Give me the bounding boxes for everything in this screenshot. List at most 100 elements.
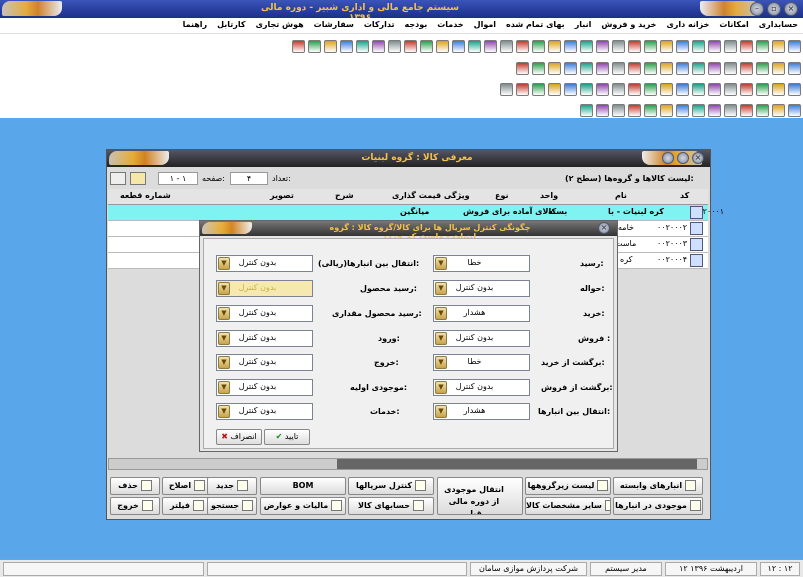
toolbar-button-icon[interactable]	[772, 61, 785, 75]
toolbar-button-icon[interactable]	[724, 39, 737, 53]
menu-item[interactable]: تدارکات	[359, 18, 400, 31]
toolbar-button-icon[interactable]	[436, 39, 449, 53]
toolbar-button-icon[interactable]	[484, 39, 497, 53]
chevron-down-icon[interactable]: ▼	[218, 356, 230, 369]
chevron-down-icon[interactable]: ▼	[435, 405, 447, 418]
chevron-down-icon[interactable]: ▼	[218, 381, 230, 394]
menu-item[interactable]: خدمات	[432, 18, 468, 31]
toolbar-button-icon[interactable]	[756, 103, 769, 117]
toolbar-button-icon[interactable]	[596, 39, 609, 53]
toolbar-button-icon[interactable]	[676, 39, 689, 53]
menu-item[interactable]: بهای تمام شده	[501, 18, 570, 31]
toolbar-button-icon[interactable]	[644, 39, 657, 53]
cancel-button[interactable]: ✖ انصراف	[216, 429, 262, 445]
toolbar-button-icon[interactable]	[388, 39, 401, 53]
toolbar-button-icon[interactable]	[724, 61, 737, 75]
menu-item[interactable]: انبار	[570, 18, 597, 31]
chevron-down-icon[interactable]: ▼	[435, 381, 447, 394]
horizontal-scrollbar[interactable]	[108, 458, 708, 470]
toolbar-button-icon[interactable]	[708, 103, 721, 117]
filter-button[interactable]: فیلتر	[162, 497, 212, 515]
toolbar-button-icon[interactable]	[772, 103, 785, 117]
chevron-down-icon[interactable]: ▼	[435, 332, 447, 345]
toolbar-button-icon[interactable]	[660, 103, 673, 117]
stock-in-warehouses-button[interactable]: موجودی در انبارها	[613, 497, 703, 515]
toolbar-button-icon[interactable]	[612, 82, 625, 96]
toolbar-button-icon[interactable]	[660, 39, 673, 53]
toolbar-button-icon[interactable]	[692, 61, 705, 75]
menu-item[interactable]: بودجه	[400, 18, 433, 31]
close-icon[interactable]: ×	[692, 152, 704, 164]
purchase-combo[interactable]: هشدار ▼	[433, 305, 530, 322]
toolbar-button-icon[interactable]	[324, 39, 337, 53]
other-specs-button[interactable]: سایر مشخصات کالا	[525, 497, 611, 515]
toolbar-button-icon[interactable]	[644, 103, 657, 117]
toolbar-button-icon[interactable]	[740, 82, 753, 96]
toolbar-button-icon[interactable]	[660, 82, 673, 96]
receipt-combo[interactable]: خطا ▼	[433, 255, 530, 272]
toolbar-button-icon[interactable]	[740, 61, 753, 75]
toolbar-button-icon[interactable]	[580, 103, 593, 117]
search-button[interactable]: جستجو	[207, 497, 257, 515]
new-button[interactable]: جدید	[207, 477, 257, 495]
chevron-down-icon[interactable]: ▼	[218, 405, 230, 418]
chevron-down-icon[interactable]: ▼	[435, 257, 447, 270]
toolbar-button-icon[interactable]	[516, 61, 529, 75]
toolbar-button-icon[interactable]	[452, 39, 465, 53]
exit-button[interactable]: خروج	[110, 497, 160, 515]
toolbar-button-icon[interactable]	[468, 39, 481, 53]
toolbar-button-icon[interactable]	[628, 103, 641, 117]
quantity-product-receipt-combo[interactable]: بدون کنترل ▼	[216, 305, 313, 322]
toolbar-button-icon[interactable]	[292, 39, 305, 53]
count-field[interactable]: ۴	[230, 172, 268, 185]
toolbar-button-icon[interactable]	[676, 82, 689, 96]
chevron-down-icon[interactable]: ▼	[218, 257, 230, 270]
minimize-icon[interactable]: –	[750, 2, 764, 16]
menu-item[interactable]: خزانه داری	[661, 18, 714, 31]
exit-combo[interactable]: بدون کنترل ▼	[216, 354, 313, 371]
toolbar-button-icon[interactable]	[564, 82, 577, 96]
toolbar-button-icon[interactable]	[516, 39, 529, 53]
minimize-icon[interactable]	[662, 152, 674, 164]
toolbar-button-icon[interactable]	[788, 103, 801, 117]
bom-button[interactable]: BOM	[260, 477, 346, 495]
toolbar-button-icon[interactable]	[500, 82, 513, 96]
toolbar-button-icon[interactable]	[644, 61, 657, 75]
edit-button[interactable]: اصلاح	[162, 477, 212, 495]
menu-item[interactable]: خرید و فروش	[596, 18, 661, 31]
toolbar-button-icon[interactable]	[660, 61, 673, 75]
toolbar-button-icon[interactable]	[708, 82, 721, 96]
toolbar-button-icon[interactable]	[628, 61, 641, 75]
toolbar-button-icon[interactable]	[708, 61, 721, 75]
ok-button[interactable]: ✔ تایید	[264, 429, 310, 445]
scrollbar-thumb[interactable]	[337, 459, 697, 469]
toolbar-button-icon[interactable]	[372, 39, 385, 53]
serial-control-button[interactable]: کنترل سریالها	[348, 477, 434, 495]
toolbar-button-icon[interactable]	[596, 103, 609, 117]
toolbar-button-icon[interactable]	[404, 39, 417, 53]
toolbar-button-icon[interactable]	[628, 82, 641, 96]
opening-stock-combo[interactable]: بدون کنترل ▼	[216, 379, 313, 396]
toolbar-button-icon[interactable]	[788, 82, 801, 96]
toolbar-button-icon[interactable]	[708, 39, 721, 53]
toolbar-button-icon[interactable]	[564, 39, 577, 53]
goods-accounts-button[interactable]: حسابهای کالا	[348, 497, 434, 515]
toolbar-button-icon[interactable]	[580, 61, 593, 75]
entry-combo[interactable]: بدون کنترل ▼	[216, 330, 313, 347]
toolbar-button-icon[interactable]	[516, 82, 529, 96]
table-row[interactable]: ۰۰۲۰۰۰۱ کره لبنیات - با بسته کالای آماده…	[108, 205, 724, 221]
toolbar-button-icon[interactable]	[548, 61, 561, 75]
menu-item[interactable]: راهنما	[178, 18, 213, 31]
toolbar-button-icon[interactable]	[596, 61, 609, 75]
toolbar-button-icon[interactable]	[788, 61, 801, 75]
transfer-stock-button[interactable]: انتقال موجودی از دوره مالی قبل	[437, 477, 523, 515]
toolbar-button-icon[interactable]	[772, 82, 785, 96]
chevron-down-icon[interactable]: ▼	[218, 307, 230, 320]
toolbar-button-icon[interactable]	[724, 103, 737, 117]
toolbar-button-icon[interactable]	[644, 82, 657, 96]
chevron-down-icon[interactable]: ▼	[435, 356, 447, 369]
purchase-return-combo[interactable]: خطا ▼	[433, 354, 530, 371]
sale-combo[interactable]: بدون کنترل ▼	[433, 330, 530, 347]
key-icon[interactable]	[130, 172, 146, 185]
taxes-button[interactable]: مالیات و عوارض	[260, 497, 346, 515]
